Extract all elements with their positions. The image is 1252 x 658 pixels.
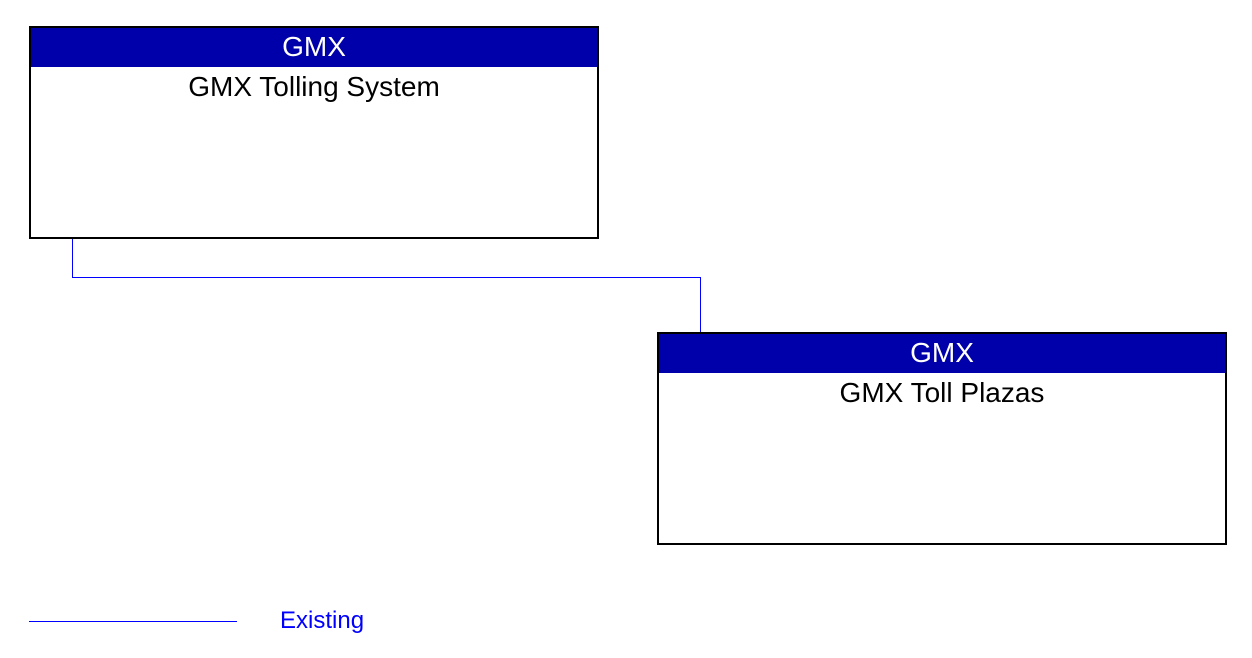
node-gmx-tolling-system: GMX GMX Tolling System [29,26,599,239]
connector-segment [700,277,701,332]
node-title: GMX Toll Plazas [659,373,1225,409]
legend-label-existing: Existing [280,607,364,635]
node-header: GMX [31,28,597,67]
connector-segment [72,277,701,278]
node-header: GMX [659,334,1225,373]
node-title: GMX Tolling System [31,67,597,103]
connector-segment [72,239,73,277]
legend-line-existing [29,621,237,622]
node-gmx-toll-plazas: GMX GMX Toll Plazas [657,332,1227,545]
